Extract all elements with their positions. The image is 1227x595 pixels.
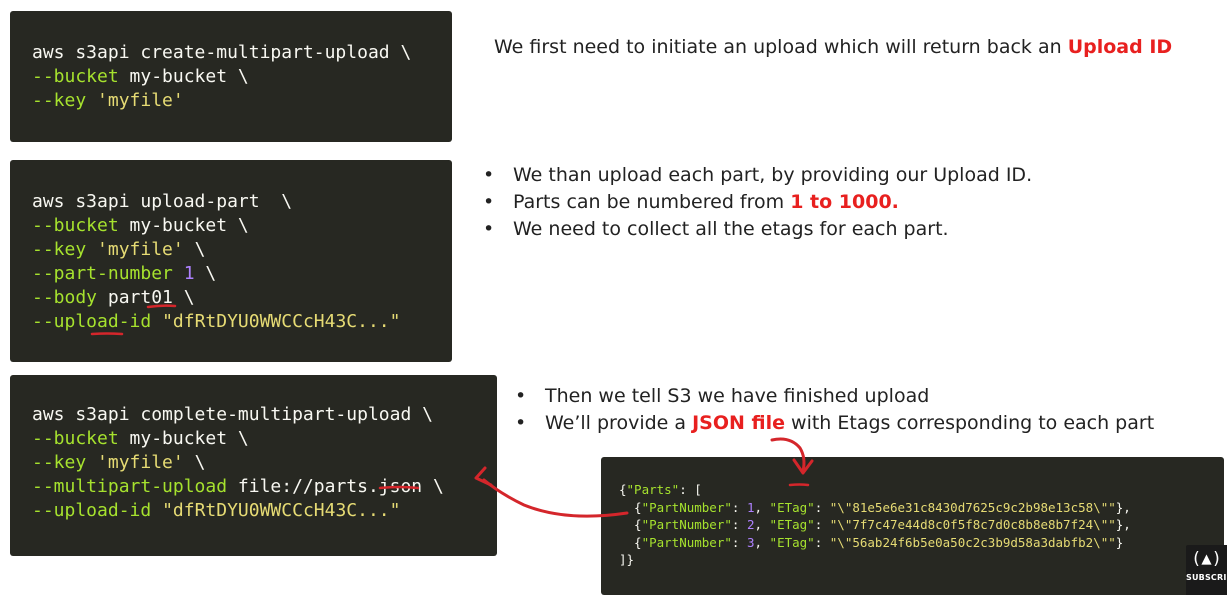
code-text: \ bbox=[183, 452, 206, 473]
json-key: "PartNumber" bbox=[641, 534, 732, 550]
code-flag: --part-number bbox=[32, 263, 173, 284]
note-initiate-upload: We first need to initiate an upload whic… bbox=[494, 36, 1172, 58]
bullet-text: We’ll provide a bbox=[545, 412, 693, 434]
json-key: "ETag" bbox=[769, 517, 815, 532]
code-line: aws s3api create-multipart-upload \ bbox=[32, 42, 412, 63]
bullet-text: with Etags corresponding to each part bbox=[784, 412, 1155, 434]
code-flag: --body bbox=[32, 287, 98, 308]
code-line: aws s3api complete-multipart-upload \ bbox=[32, 404, 433, 425]
notes-upload-part: We than upload each part, by providing o… bbox=[481, 162, 1032, 243]
json-string: "\"7f7c47e44d8c0f5f8c7d0c8b8e8b7f24\"" bbox=[829, 517, 1116, 532]
code-block-complete-multipart-upload: aws s3api complete-multipart-upload \ --… bbox=[10, 375, 497, 556]
code-text: \ bbox=[183, 239, 206, 260]
code-bracket-logo-icon: (▲) bbox=[1191, 549, 1222, 569]
note-highlight: Upload ID bbox=[1067, 36, 1173, 58]
note-text: We first need to initiate an upload whic… bbox=[494, 36, 1068, 58]
bullet-item: We’ll provide a JSON file with Etags cor… bbox=[513, 410, 1154, 437]
bullet-highlight: JSON file bbox=[692, 412, 785, 434]
code-text: my-bucket \ bbox=[118, 66, 249, 87]
code-string: 'myfile' bbox=[97, 90, 184, 111]
bullet-item: We need to collect all the etags for eac… bbox=[481, 216, 1032, 243]
json-text: : [ bbox=[679, 482, 702, 497]
json-key: "ETag" bbox=[769, 534, 815, 550]
json-key: "Parts" bbox=[626, 482, 680, 497]
code-text: part01 \ bbox=[97, 287, 195, 308]
code-flag: --bucket bbox=[32, 215, 119, 236]
code-flag: --bucket bbox=[32, 428, 119, 449]
code-number: 1 bbox=[183, 263, 195, 284]
code-text: \ bbox=[194, 263, 217, 284]
code-text: my-bucket \ bbox=[118, 428, 249, 449]
code-block-upload-part: aws s3api upload-part \ --bucket my-buck… bbox=[10, 160, 452, 362]
code-line: aws s3api upload-part \ bbox=[32, 191, 293, 212]
code-flag: --key bbox=[32, 239, 87, 260]
notes-complete-upload: Then we tell S3 we have finished upload … bbox=[513, 383, 1154, 437]
code-text: file://parts.json \ bbox=[227, 476, 444, 497]
json-number: 3 bbox=[746, 534, 755, 550]
code-block-create-multipart-upload: aws s3api create-multipart-upload \ --bu… bbox=[10, 11, 452, 142]
json-string: "\"81e5e6e31c8430d7625c9c2b98e13c58\"" bbox=[829, 499, 1116, 515]
json-number: 2 bbox=[746, 517, 755, 532]
json-string: "\"56ab24f6b5e0a50c2c3b9d58a3dabfb2\"" bbox=[829, 534, 1116, 550]
json-key: "ETag" bbox=[769, 499, 815, 515]
code-string: 'myfile' bbox=[97, 452, 184, 473]
code-text: my-bucket \ bbox=[118, 215, 249, 236]
bullet-text: Parts can be numbered from bbox=[513, 191, 791, 213]
json-key: "PartNumber" bbox=[641, 517, 732, 532]
bullet-item: Parts can be numbered from 1 to 1000. bbox=[481, 189, 1032, 216]
code-flag: --upload-id bbox=[32, 311, 152, 332]
code-flag: --upload-id bbox=[32, 500, 152, 521]
code-flag: --key bbox=[32, 90, 87, 111]
json-number: 1 bbox=[746, 499, 755, 515]
bullet-highlight: 1 to 1000. bbox=[790, 191, 899, 213]
code-string: 'myfile' bbox=[97, 239, 184, 260]
code-flag: --key bbox=[32, 452, 87, 473]
code-flag: --bucket bbox=[32, 66, 119, 87]
code-string: "dfRtDYU0WWCCcH43C..." bbox=[162, 500, 401, 521]
bullet-item: Then we tell S3 we have finished upload bbox=[513, 383, 1154, 410]
code-flag: --multipart-upload bbox=[32, 476, 228, 497]
json-key: "PartNumber" bbox=[641, 499, 732, 515]
code-block-parts-json: {"Parts": [ {"PartNumber": 1, "ETag": "\… bbox=[601, 457, 1224, 595]
subscribe-badge[interactable]: (▲) SUBSCRIBE bbox=[1186, 545, 1227, 595]
json-text: ]} bbox=[619, 552, 635, 567]
subscribe-label: SUBSCRIBE bbox=[1186, 573, 1227, 582]
code-string: "dfRtDYU0WWCCcH43C..." bbox=[162, 311, 401, 332]
bullet-item: We than upload each part, by providing o… bbox=[481, 162, 1032, 189]
